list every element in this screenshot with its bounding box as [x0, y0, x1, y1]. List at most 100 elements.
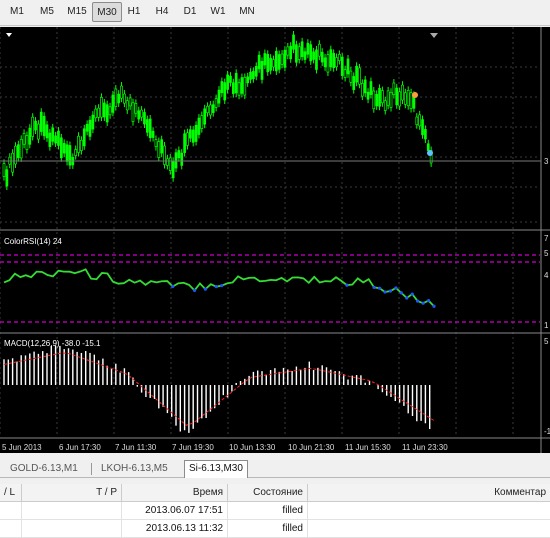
candle-body: [223, 82, 227, 101]
candle-body: [97, 107, 100, 118]
candle-body: [45, 124, 49, 139]
tab-lkoh[interactable]: LKOH-6.13,M5: [101, 461, 168, 477]
candle-body: [246, 76, 250, 84]
candle-body: [174, 152, 178, 169]
timeframe-h1-button[interactable]: H1: [120, 2, 148, 22]
table-row[interactable]: 2013.06.07 17:51 filled: [0, 502, 550, 520]
candle-body: [401, 84, 404, 101]
x-tick-label: 10 Jun 21:30: [288, 443, 335, 452]
candle-body: [274, 50, 278, 72]
candle-body: [197, 117, 201, 135]
candle-body: [386, 90, 390, 106]
column-header-tp[interactable]: T / P: [22, 484, 122, 502]
candle-body: [5, 169, 9, 187]
candle-body: [59, 137, 63, 159]
candle-body: [389, 91, 393, 108]
candle-body: [51, 127, 55, 142]
x-tick-label: 10 Jun 13:30: [229, 443, 276, 452]
candle-body: [349, 70, 353, 83]
timeframe-m30-button[interactable]: M30: [92, 2, 122, 22]
sl-cell: [0, 520, 22, 538]
timeframe-mn-button[interactable]: MN: [232, 2, 262, 22]
timeframe-h4-button[interactable]: H4: [148, 2, 176, 22]
candle-body: [375, 93, 379, 107]
rsi-low-point: [372, 285, 376, 290]
candle-body: [62, 143, 66, 154]
rsi-low-point: [377, 286, 382, 290]
candle-body: [82, 128, 86, 147]
trade-marker: [412, 92, 418, 98]
candle-body: [154, 139, 158, 147]
candle-body: [206, 106, 209, 114]
price-chart[interactable]: ColorRSI(14) 24 MACD(12,26,9) -38.0 -15.…: [0, 27, 550, 453]
rsi-low-point: [220, 284, 224, 288]
candle-body: [111, 94, 115, 113]
candle-body: [323, 57, 327, 68]
timeframe-m5-button[interactable]: M5: [32, 2, 62, 22]
candle-body: [31, 116, 35, 137]
candle-body: [177, 150, 181, 159]
candle-body: [19, 139, 23, 159]
trade-marker: [427, 150, 433, 156]
tab-gold[interactable]: GOLD-6.13,M1: [10, 461, 78, 477]
macd-indicator-label: MACD(12,26,9) -38.0 -15.1: [4, 339, 101, 348]
candle-body: [203, 108, 207, 125]
candle-body: [226, 74, 229, 90]
chart-shift-marker: [430, 33, 438, 38]
candle-body: [183, 133, 186, 153]
candle-body: [329, 49, 333, 68]
candle-body: [37, 123, 40, 140]
candle-body: [11, 152, 14, 173]
candle-body: [168, 157, 172, 171]
rsi-low-point: [203, 287, 207, 291]
tp-cell: [22, 520, 122, 538]
candle-body: [257, 54, 261, 70]
candle-body: [22, 133, 26, 145]
timeframe-m15-button[interactable]: M15: [62, 2, 92, 22]
timeframe-w1-button[interactable]: W1: [204, 2, 232, 22]
column-header-comment[interactable]: Комментар: [308, 484, 550, 502]
candle-body: [48, 132, 52, 147]
candle-body: [123, 93, 126, 104]
candle-body: [306, 42, 310, 55]
candle-body: [240, 77, 244, 94]
candle-body: [289, 45, 293, 60]
rsi-low-point: [171, 284, 175, 289]
rsi-series-line: [3, 268, 435, 307]
candle-body: [252, 71, 255, 80]
rsi-low-point: [383, 290, 387, 294]
candle-body: [395, 87, 399, 106]
candle-body: [283, 49, 287, 68]
timeframe-d1-button[interactable]: D1: [176, 2, 204, 22]
candle-body: [200, 115, 204, 129]
candle-body: [217, 89, 221, 104]
candle-body: [88, 119, 92, 137]
candle-body: [272, 59, 275, 68]
candle-body: [303, 51, 307, 60]
candle-body: [209, 104, 212, 116]
candle-body: [234, 72, 238, 94]
rsi-low-point: [399, 291, 403, 295]
candle-body: [369, 81, 373, 95]
x-tick-label: 7 Jun 19:30: [172, 443, 214, 452]
column-header-sl[interactable]: / L: [0, 484, 22, 502]
tab-divider: [91, 463, 92, 475]
candle-body: [160, 139, 164, 154]
terminal-window: M1 M5 M15 M30 H1 H4 D1 W1 MN ColorRSI(14…: [0, 0, 550, 538]
state-cell: filled: [228, 520, 308, 538]
candle-body: [125, 100, 129, 111]
candle-body: [94, 108, 98, 119]
candle-body: [186, 132, 189, 146]
candle-body: [42, 115, 46, 137]
rsi-tick-4: 4: [544, 271, 549, 280]
table-row[interactable]: 2013.06.13 11:32 filled: [0, 520, 550, 538]
column-header-time[interactable]: Время: [122, 484, 228, 502]
tab-si-active[interactable]: Si-6.13,M30: [184, 460, 248, 478]
x-tick-label: 11 Jun 15:30: [345, 443, 391, 452]
candle-body: [260, 61, 264, 80]
column-header-state[interactable]: Состояние: [228, 484, 308, 502]
candle-body: [418, 114, 422, 127]
timeframe-m1-button[interactable]: M1: [2, 2, 32, 22]
candle-body: [74, 149, 78, 156]
candle-body: [317, 43, 321, 57]
